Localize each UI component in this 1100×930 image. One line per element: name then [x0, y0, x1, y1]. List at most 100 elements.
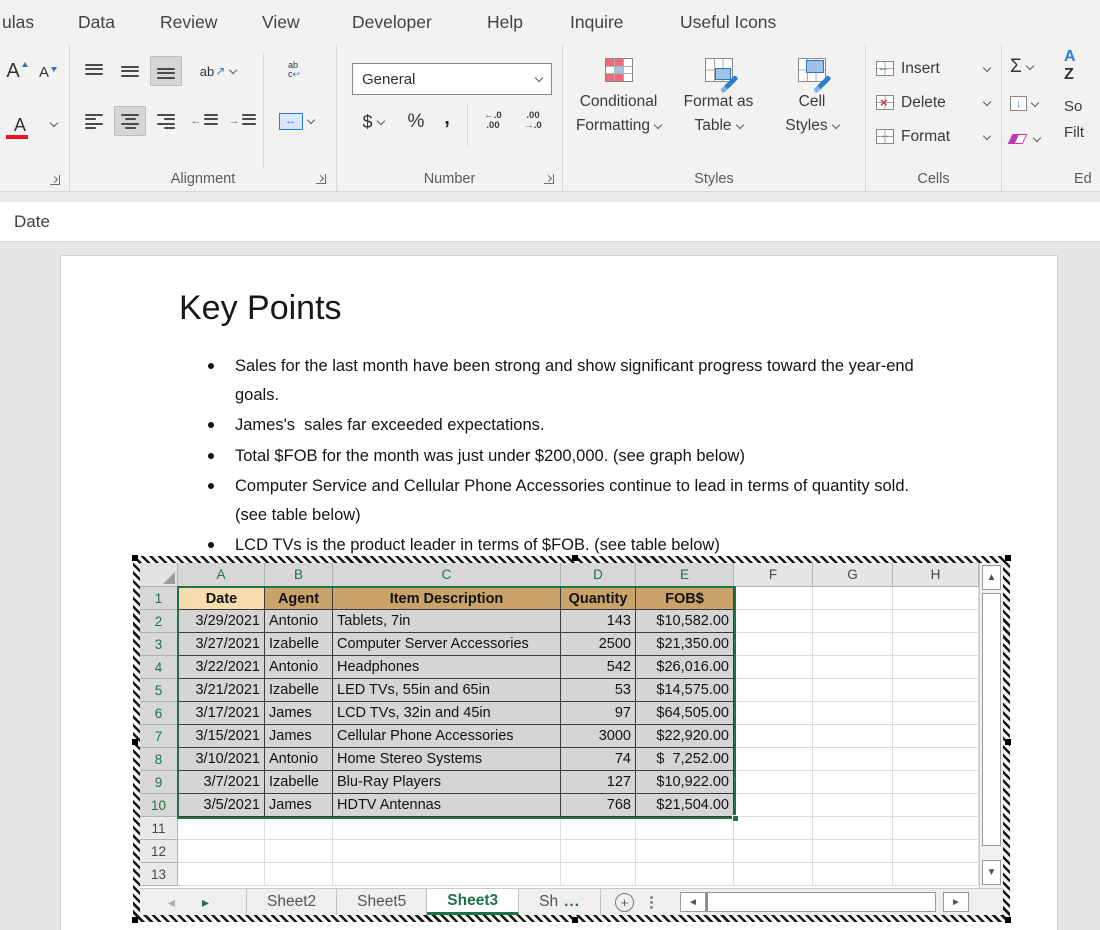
cell-C13[interactable] — [333, 863, 561, 886]
resize-handle[interactable] — [1005, 555, 1011, 561]
cell-E6[interactable]: $64,505.00 — [636, 702, 734, 725]
cell-A8[interactable]: 3/10/2021 — [178, 748, 265, 771]
scroll-up-button[interactable]: ▲ — [982, 565, 1001, 590]
cell-A3[interactable]: 3/27/2021 — [178, 633, 265, 656]
sheet-tab-sheet2[interactable]: Sheet2 — [246, 889, 337, 915]
cell-B10[interactable]: James — [265, 794, 333, 817]
decrease-decimal-button[interactable]: .00 →.0 — [515, 104, 551, 138]
cell-G10[interactable] — [813, 794, 893, 817]
cell-E3[interactable]: $21,350.00 — [636, 633, 734, 656]
cell-H12[interactable] — [893, 840, 979, 863]
cell-F13[interactable] — [734, 863, 813, 886]
cell-H4[interactable] — [893, 656, 979, 679]
cell-A5[interactable]: 3/21/2021 — [178, 679, 265, 702]
row-header-3[interactable]: 3 — [140, 633, 178, 656]
cell-H13[interactable] — [893, 863, 979, 886]
cell-F3[interactable] — [734, 633, 813, 656]
cell-E12[interactable] — [636, 840, 734, 863]
column-header-G[interactable]: G — [813, 563, 893, 587]
horizontal-scroll-thumb[interactable] — [706, 892, 936, 912]
number-format-dropdown[interactable]: General — [352, 63, 552, 95]
menu-tab-formulas-partial[interactable]: ulas — [2, 0, 34, 44]
cell-styles-button[interactable]: CellStyles — [766, 52, 858, 170]
cell-A1[interactable]: Date — [178, 587, 265, 610]
cell-F2[interactable] — [734, 610, 813, 633]
merge-center-button[interactable]: ↔ — [268, 106, 324, 136]
resize-handle[interactable] — [132, 917, 138, 923]
cell-E10[interactable]: $21,504.00 — [636, 794, 734, 817]
sheet-tab-sheet3-active[interactable]: Sheet3 — [427, 889, 519, 915]
resize-handle[interactable] — [572, 917, 578, 923]
cell-D8[interactable]: 74 — [561, 748, 636, 771]
cell-G7[interactable] — [813, 725, 893, 748]
sheet-tab-sheet5[interactable]: Sheet5 — [337, 889, 427, 915]
cell-A10[interactable]: 3/5/2021 — [178, 794, 265, 817]
cell-B13[interactable] — [265, 863, 333, 886]
delete-cells-button[interactable]: × Delete — [876, 89, 994, 116]
cell-F8[interactable] — [734, 748, 813, 771]
cell-C9[interactable]: Blu-Ray Players — [333, 771, 561, 794]
cell-G8[interactable] — [813, 748, 893, 771]
decrease-indent-button[interactable]: ← — [186, 106, 222, 136]
menu-tab-useful-icons[interactable]: Useful Icons — [680, 0, 776, 44]
row-header-2[interactable]: 2 — [140, 610, 178, 633]
fill-button[interactable]: ↓ — [1010, 96, 1038, 111]
cell-C11[interactable] — [333, 817, 561, 840]
new-sheet-button[interactable]: + — [615, 893, 634, 912]
cell-C5[interactable]: LED TVs, 55in and 65in — [333, 679, 561, 702]
cell-G2[interactable] — [813, 610, 893, 633]
vertical-scrollbar[interactable]: ▲ ▼ — [979, 563, 1003, 888]
menu-tab-help[interactable]: Help — [487, 0, 523, 44]
cell-E13[interactable] — [636, 863, 734, 886]
cell-H5[interactable] — [893, 679, 979, 702]
row-header-6[interactable]: 6 — [140, 702, 178, 725]
cell-C4[interactable]: Headphones — [333, 656, 561, 679]
cell-G13[interactable] — [813, 863, 893, 886]
cell-B4[interactable]: Antonio — [265, 656, 333, 679]
cell-B12[interactable] — [265, 840, 333, 863]
cell-A12[interactable] — [178, 840, 265, 863]
cell-H10[interactable] — [893, 794, 979, 817]
resize-handle[interactable] — [1005, 917, 1011, 923]
cell-A6[interactable]: 3/17/2021 — [178, 702, 265, 725]
cell-F11[interactable] — [734, 817, 813, 840]
font-color-button[interactable]: A — [0, 106, 40, 144]
row-header-13[interactable]: 13 — [140, 863, 178, 886]
middle-align-button[interactable] — [114, 56, 146, 86]
menu-tab-developer[interactable]: Developer — [352, 0, 432, 44]
column-header-F[interactable]: F — [734, 563, 813, 587]
row-header-8[interactable]: 8 — [140, 748, 178, 771]
sheet-tab-partial[interactable]: Sh ... — [519, 889, 601, 915]
cell-G5[interactable] — [813, 679, 893, 702]
cell-F9[interactable] — [734, 771, 813, 794]
cell-D4[interactable]: 542 — [561, 656, 636, 679]
alignment-dialog-launcher-icon[interactable] — [316, 174, 326, 184]
cell-E5[interactable]: $14,575.00 — [636, 679, 734, 702]
cell-F1[interactable] — [734, 587, 813, 610]
cell-B2[interactable]: Antonio — [265, 610, 333, 633]
clear-button[interactable] — [1010, 134, 1040, 144]
font-color-dropdown-icon[interactable] — [50, 119, 58, 127]
cell-G9[interactable] — [813, 771, 893, 794]
cell-C7[interactable]: Cellular Phone Accessories — [333, 725, 561, 748]
cell-D1[interactable]: Quantity — [561, 587, 636, 610]
cell-B9[interactable]: Izabelle — [265, 771, 333, 794]
cell-H11[interactable] — [893, 817, 979, 840]
insert-cells-button[interactable]: ← Insert — [876, 55, 994, 82]
row-header-10[interactable]: 10 — [140, 794, 178, 817]
cell-E1[interactable]: FOB$ — [636, 587, 734, 610]
cell-E11[interactable] — [636, 817, 734, 840]
cell-G4[interactable] — [813, 656, 893, 679]
cell-D7[interactable]: 3000 — [561, 725, 636, 748]
column-header-A[interactable]: A — [178, 563, 265, 587]
embedded-spreadsheet[interactable]: ABCDEFGH1DateAgentItem DescriptionQuanti… — [133, 556, 1010, 922]
cell-D3[interactable]: 2500 — [561, 633, 636, 656]
cell-A2[interactable]: 3/29/2021 — [178, 610, 265, 633]
menu-tab-data[interactable]: Data — [78, 0, 115, 44]
cell-H9[interactable] — [893, 771, 979, 794]
cell-E7[interactable]: $22,920.00 — [636, 725, 734, 748]
resize-handle[interactable] — [132, 555, 138, 561]
cell-G6[interactable] — [813, 702, 893, 725]
cell-F6[interactable] — [734, 702, 813, 725]
cell-H3[interactable] — [893, 633, 979, 656]
